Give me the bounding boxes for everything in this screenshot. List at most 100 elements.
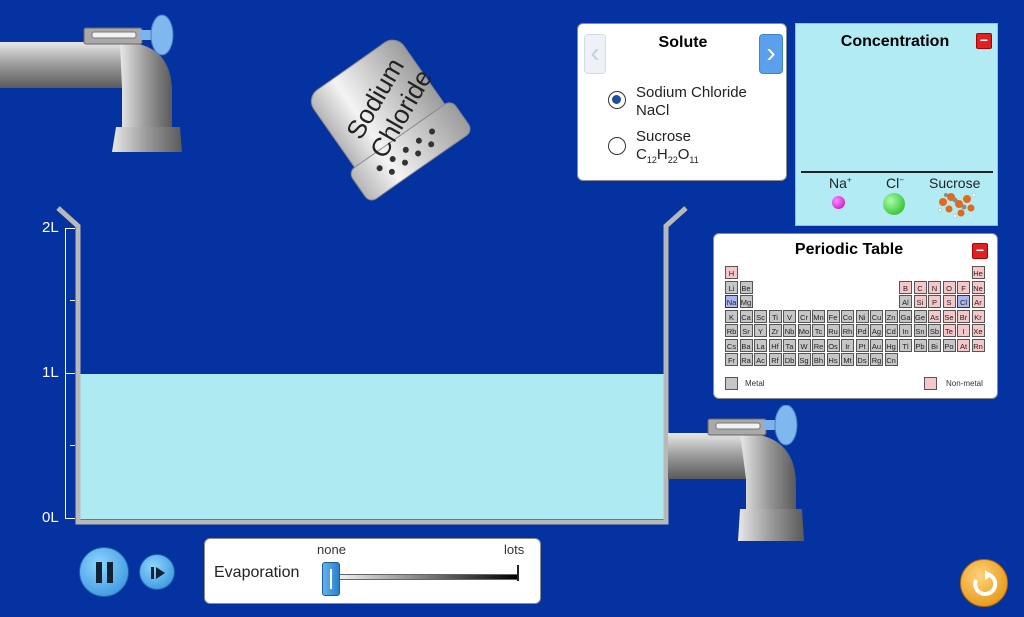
element-ba: Ba <box>739 338 753 352</box>
step-button[interactable] <box>139 554 175 590</box>
element-al: Al <box>899 295 912 308</box>
option-sucrose-name: Sucrose <box>636 128 692 145</box>
element-ag: Ag <box>870 324 883 337</box>
legend-metal-swatch <box>725 377 738 390</box>
element-at: At <box>957 338 970 352</box>
element-h: H <box>725 266 738 279</box>
concentration-collapse-button[interactable]: − <box>976 33 992 49</box>
step-icon <box>151 567 165 579</box>
element-mg: Mg <box>739 295 753 308</box>
tick-2l <box>65 228 75 229</box>
element-ca: Ca <box>739 309 753 323</box>
element-te: Te <box>942 324 956 337</box>
pause-button[interactable] <box>79 547 129 597</box>
label-na: Na+ <box>829 175 852 191</box>
element-cl: Cl <box>957 295 970 308</box>
element-li: Li <box>725 280 738 294</box>
evaporation-slider-thumb[interactable] <box>322 562 340 596</box>
tick-0-5l <box>70 445 75 446</box>
tick-1-5l <box>70 300 75 301</box>
tick-0l <box>65 518 75 519</box>
element-bh: Bh <box>812 353 825 366</box>
label-sucrose: Sucrose <box>929 175 981 191</box>
element-hs: Hs <box>826 353 840 366</box>
element-n: N <box>928 280 941 294</box>
element-v: V <box>783 309 796 323</box>
element-ru: Ru <box>826 324 840 337</box>
option-sucrose[interactable]: Sucrose C12H22O11 <box>636 128 699 169</box>
concentration-baseline <box>801 171 993 173</box>
solute-next-button[interactable]: › <box>759 34 783 74</box>
element-pd: Pd <box>855 324 869 337</box>
element-se: Se <box>942 309 956 323</box>
element-sg: Sg <box>797 353 811 366</box>
element-ga: Ga <box>899 309 912 323</box>
radio-sucrose[interactable] <box>608 137 626 155</box>
beaker <box>56 206 688 525</box>
option-sodium-chloride-formula: NaCl <box>636 102 670 119</box>
element-o: O <box>942 280 956 294</box>
element-c: C <box>913 280 927 294</box>
element-f: F <box>957 280 970 294</box>
element-ti: Ti <box>768 309 782 323</box>
element-ni: Ni <box>855 309 869 323</box>
solute-panel-title: Solute <box>658 34 708 51</box>
element-rf: Rf <box>768 353 782 366</box>
element-cr: Cr <box>797 309 811 323</box>
element-mn: Mn <box>812 309 825 323</box>
element-la: La <box>754 338 767 352</box>
element-he: He <box>971 266 985 279</box>
element-zn: Zn <box>884 309 898 323</box>
element-db: Db <box>783 353 796 366</box>
evaporation-track-end <box>517 565 519 581</box>
reset-button[interactable] <box>960 559 1008 607</box>
element-in: In <box>899 324 912 337</box>
element-mt: Mt <box>841 353 854 366</box>
element-po: Po <box>942 338 956 352</box>
element-pb: Pb <box>913 338 927 352</box>
na-ion-icon <box>832 196 845 209</box>
option-sodium-chloride-name: Sodium Chloride <box>636 84 747 101</box>
element-co: Co <box>841 309 854 323</box>
element-hf: Hf <box>768 338 782 352</box>
element-w: W <box>797 338 811 352</box>
concentration-title: Concentration <box>840 33 950 50</box>
element-i: I <box>957 324 970 337</box>
evaporation-label: Evaporation <box>214 564 300 581</box>
element-sn: Sn <box>913 324 927 337</box>
element-rn: Rn <box>971 338 985 352</box>
element-kr: Kr <box>971 309 985 323</box>
element-cn: Cn <box>884 353 898 366</box>
label-cl: Cl− <box>886 175 904 191</box>
element-rb: Rb <box>725 324 738 337</box>
element-b: B <box>899 280 912 294</box>
solute-panel: ‹ Solute › Sodium Chloride NaCl Sucrose … <box>577 23 787 181</box>
element-bi: Bi <box>928 338 941 352</box>
element-y: Y <box>754 324 767 337</box>
element-os: Os <box>826 338 840 352</box>
option-sodium-chloride[interactable]: Sodium Chloride NaCl <box>636 84 747 120</box>
element-rh: Rh <box>841 324 854 337</box>
solute-prev-button[interactable]: ‹ <box>584 34 606 74</box>
element-au: Au <box>870 338 883 352</box>
tick-1l <box>65 373 75 374</box>
element-ge: Ge <box>913 309 927 323</box>
salt-shaker[interactable]: Sodium Chloride <box>280 18 480 203</box>
input-faucet[interactable] <box>0 12 190 162</box>
legend-nonmetal-swatch <box>924 377 937 390</box>
element-ir: Ir <box>841 338 854 352</box>
element-tc: Tc <box>812 324 825 337</box>
radio-sodium-chloride[interactable] <box>608 91 626 109</box>
evaporation-track[interactable] <box>328 574 518 580</box>
concentration-panel: Concentration − Na+ Cl− Sucrose <box>795 23 998 226</box>
element-nb: Nb <box>783 324 796 337</box>
element-cs: Cs <box>725 338 738 352</box>
element-ds: Ds <box>855 353 869 366</box>
periodic-table-collapse-button[interactable]: − <box>972 243 988 259</box>
element-mo: Mo <box>797 324 811 337</box>
element-tl: Tl <box>899 338 912 352</box>
element-cd: Cd <box>884 324 898 337</box>
element-re: Re <box>812 338 825 352</box>
element-si: Si <box>913 295 927 308</box>
drain-faucet[interactable] <box>668 404 808 550</box>
